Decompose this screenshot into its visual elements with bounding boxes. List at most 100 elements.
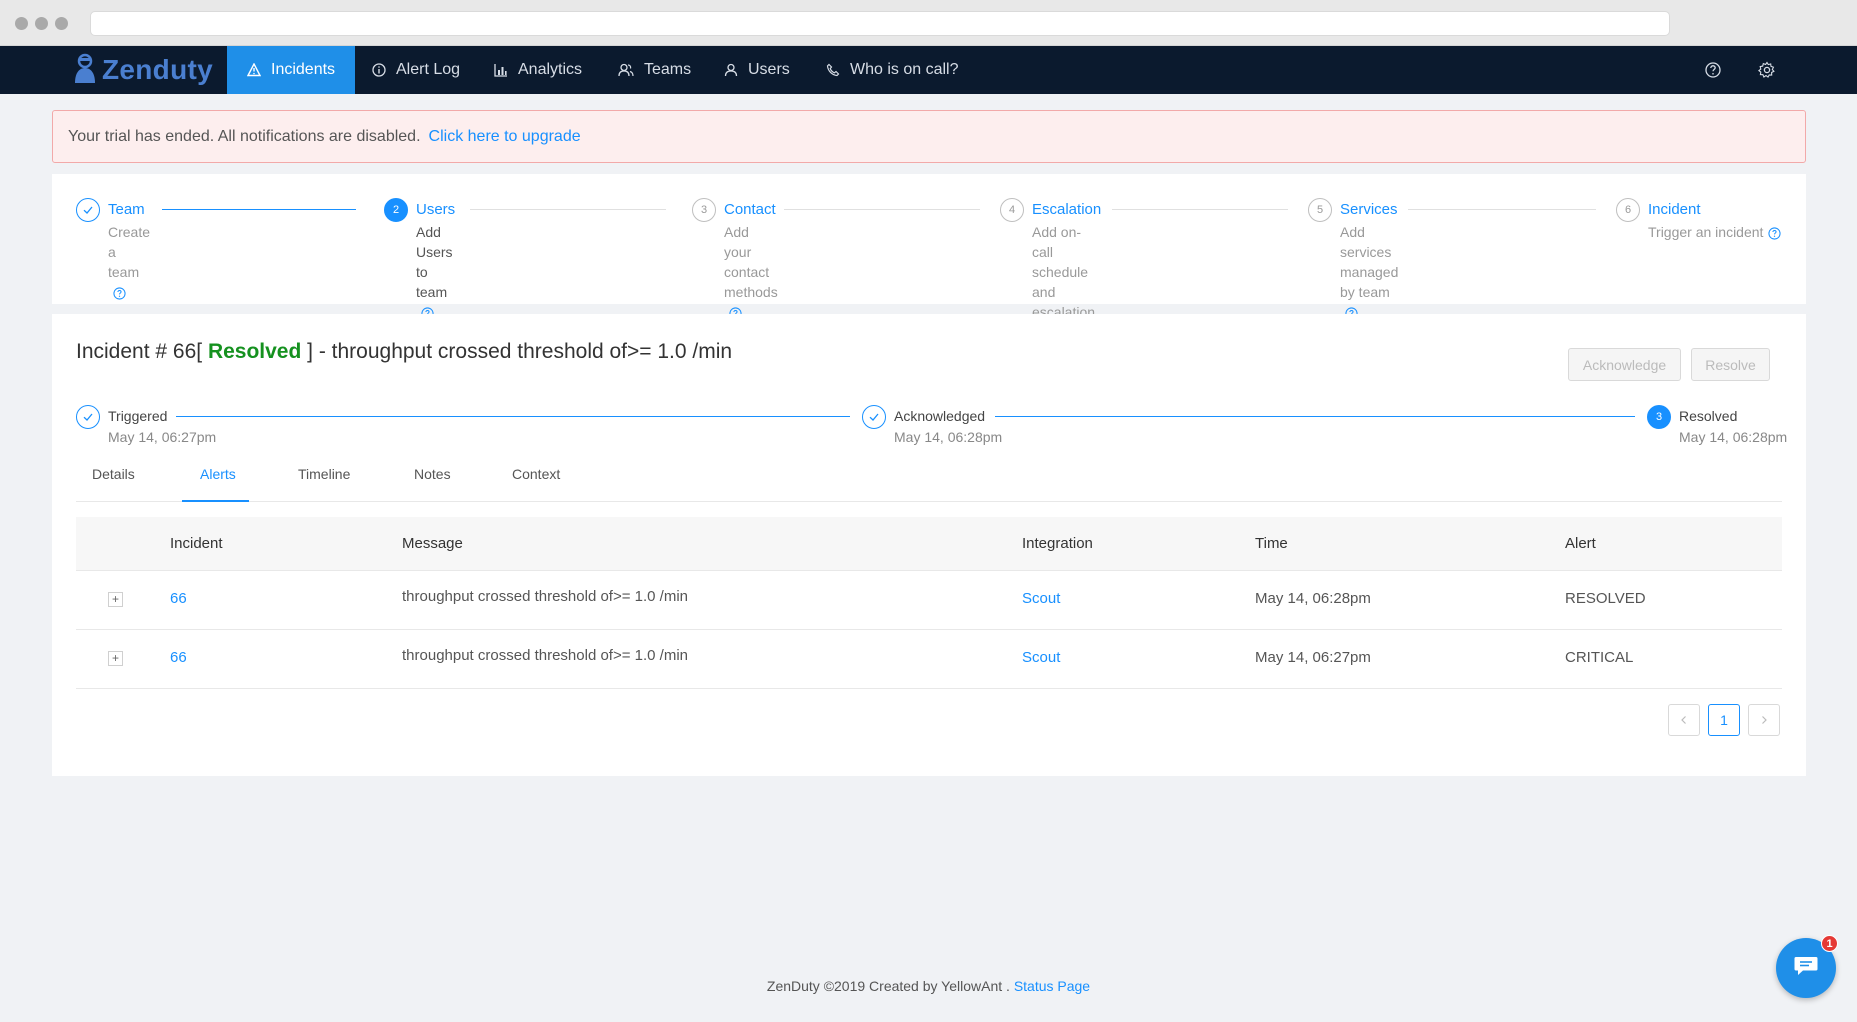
incident-title-prefix: Incident # 66[ (76, 340, 203, 363)
pagination-next-button[interactable] (1748, 704, 1780, 736)
gear-icon[interactable] (1758, 60, 1778, 80)
setup-step-desc-line: by team (1340, 284, 1390, 300)
nav-incidents[interactable]: Incidents (227, 46, 356, 94)
step-connector (470, 209, 666, 210)
progress-step-time: May 14, 06:27pm (108, 429, 217, 445)
chevron-right-icon (1762, 716, 1767, 724)
status-page-link[interactable]: Status Page (1014, 978, 1090, 994)
setup-step-desc-line: Add your contact (724, 224, 770, 280)
incident-title-suffix: ] - throughput crossed threshold of>= 1.… (307, 340, 733, 363)
brand-logo[interactable]: Zenduty (72, 53, 213, 86)
nav-alert-log[interactable]: Alert Log (352, 46, 480, 94)
setup-step-desc-line: methods (724, 284, 778, 300)
team-icon (618, 63, 634, 77)
progress-connector (176, 416, 850, 417)
alert-status: CRITICAL (1565, 649, 1634, 666)
acknowledge-button[interactable]: Acknowledge (1568, 348, 1681, 381)
table-row[interactable]: + 66 throughput crossed threshold of>= 1… (76, 630, 1782, 689)
question-icon[interactable] (1768, 227, 1782, 240)
alert-time: May 14, 06:27pm (1255, 649, 1371, 666)
top-navbar: Zenduty Incidents Alert Log Analytics Te… (0, 46, 1857, 94)
nav-incidents-label: Incidents (271, 61, 336, 78)
setup-step-desc-line: Trigger an incident (1648, 224, 1764, 240)
setup-step-desc: Add your contact methods (724, 222, 778, 322)
window-close-dot[interactable] (15, 17, 28, 30)
setup-step-desc-line: Add on-call schedule (1032, 224, 1089, 280)
column-header-message[interactable]: Message (402, 535, 463, 552)
nav-teams-label: Teams (644, 61, 692, 78)
browser-chrome (0, 0, 1857, 46)
upgrade-link[interactable]: Click here to upgrade (429, 128, 581, 146)
check-icon (76, 405, 100, 429)
step-number: 5 (1308, 198, 1332, 222)
chat-launcher-button[interactable]: 1 (1776, 935, 1838, 998)
column-header-time[interactable]: Time (1255, 535, 1288, 552)
tab-details[interactable]: Details (90, 466, 137, 482)
setup-step-desc-line: Add services managed (1340, 224, 1399, 280)
step-connector (162, 209, 356, 210)
setup-step-desc: Add Users to team (416, 222, 453, 322)
incident-link[interactable]: 66 (170, 649, 187, 666)
nav-alert-log-label: Alert Log (396, 61, 461, 78)
step-connector (784, 209, 980, 210)
step-connector (1112, 209, 1288, 210)
column-header-incident[interactable]: Incident (170, 535, 223, 552)
integration-link[interactable]: Scout (1022, 590, 1060, 607)
phone-icon (826, 63, 840, 77)
nav-teams[interactable]: Teams (598, 46, 711, 94)
integration-link[interactable]: Scout (1022, 649, 1060, 666)
step-number: 2 (384, 198, 408, 222)
alert-message: throughput crossed threshold of>= 1.0 /m… (402, 588, 689, 605)
window-minimize-dot[interactable] (35, 17, 48, 30)
setup-step-title: Team (108, 201, 145, 218)
pagination-page-1[interactable]: 1 (1708, 704, 1740, 736)
setup-step-desc-line: Add Users to team (416, 224, 453, 300)
check-icon (862, 405, 886, 429)
progress-step-time: May 14, 06:28pm (1679, 429, 1788, 445)
nav-analytics-label: Analytics (518, 61, 583, 78)
question-icon[interactable] (113, 287, 126, 300)
nav-users-label: Users (748, 61, 790, 78)
table-row[interactable]: + 66 throughput crossed threshold of>= 1… (76, 571, 1782, 630)
alert-time: May 14, 06:28pm (1255, 590, 1371, 607)
nav-users[interactable]: Users (704, 46, 810, 94)
warning-icon (247, 63, 261, 77)
trial-ended-banner: Your trial has ended. All notifications … (52, 110, 1806, 163)
setup-step-desc: Trigger an incident (1648, 222, 1782, 242)
tab-timeline[interactable]: Timeline (296, 466, 352, 482)
nav-who-is-on-call[interactable]: Who is on call? (806, 46, 979, 94)
setup-step-desc-line: Create a team (108, 224, 151, 280)
chevron-left-icon (1681, 716, 1686, 724)
alert-message: throughput crossed threshold of>= 1.0 /m… (402, 647, 689, 664)
tab-context[interactable]: Context (510, 466, 562, 482)
progress-step-title: Acknowledged (894, 408, 986, 424)
expand-row-icon[interactable]: + (108, 592, 123, 607)
step-number: 3 (692, 198, 716, 222)
step-connector (1408, 209, 1596, 210)
expand-row-icon[interactable]: + (108, 651, 123, 666)
incident-tabs: Details Alerts Timeline Notes Context (76, 458, 1782, 502)
chat-icon (1793, 955, 1819, 982)
incident-link[interactable]: 66 (170, 590, 187, 607)
progress-step-title: Triggered (108, 408, 168, 424)
tab-alerts[interactable]: Alerts (198, 466, 238, 482)
pagination-prev-button[interactable] (1668, 704, 1700, 736)
setup-step-title: Incident (1648, 201, 1701, 218)
bar-chart-icon (494, 63, 508, 77)
help-icon[interactable] (1704, 60, 1724, 80)
setup-steps-card: Team Create a team 2 Users Add Users to … (52, 174, 1806, 360)
setup-step-title: Services (1340, 201, 1398, 218)
tab-notes[interactable]: Notes (412, 466, 453, 482)
window-maximize-dot[interactable] (55, 17, 68, 30)
setup-step-desc: Create a team (108, 222, 150, 302)
check-icon (76, 198, 100, 222)
setup-step-title: Escalation (1032, 201, 1102, 218)
step-number: 6 (1616, 198, 1640, 222)
address-bar[interactable] (90, 11, 1670, 36)
resolve-button[interactable]: Resolve (1691, 348, 1770, 381)
progress-connector (995, 416, 1635, 417)
column-header-alert[interactable]: Alert (1565, 535, 1596, 552)
alert-status: RESOLVED (1565, 590, 1646, 607)
column-header-integration[interactable]: Integration (1022, 535, 1093, 552)
nav-analytics[interactable]: Analytics (474, 46, 602, 94)
